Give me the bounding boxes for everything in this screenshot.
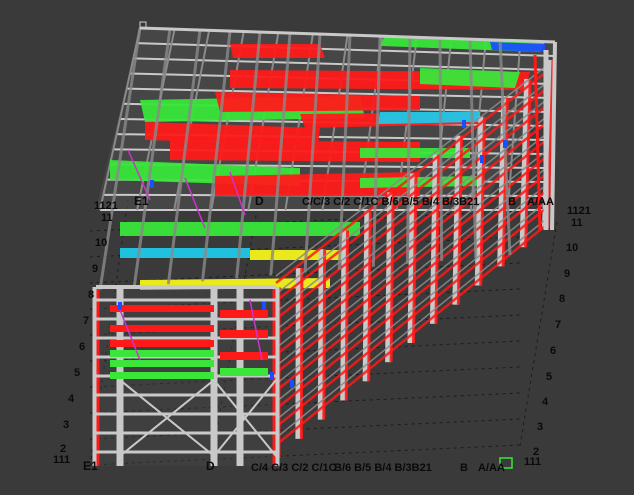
level-label-right-6: 6 (550, 345, 557, 357)
level-label-left-8: 8 (88, 289, 95, 301)
column-far-wall (438, 37, 444, 261)
grid-label-bottom-b: B/6 B/5 B/4 B/3B21 (334, 462, 432, 474)
grid-label-top-d: D (255, 194, 264, 208)
front-band (110, 305, 214, 312)
grid-label-top-a: A/AA (527, 196, 554, 208)
end-plate-marker (480, 155, 484, 163)
end-plate-marker (462, 120, 466, 128)
level-label-left-5: 5 (74, 367, 81, 379)
column-right-wall (362, 211, 371, 382)
grid-label-top-b: B (508, 196, 516, 208)
front-band (110, 325, 214, 332)
column-right-wall-red (389, 192, 395, 363)
model-viewport[interactable]: 1121 E1 D C/C/3 C/2 C/1C B/6 B/5 B/4 B/3… (0, 0, 634, 495)
grid-label-bottom-row-right: 111 (524, 456, 542, 468)
level-label-left-4: 4 (68, 393, 75, 405)
grid-label-bottom-e1: E1 (83, 459, 98, 473)
front-band (110, 350, 214, 357)
level-label-left-9: 9 (92, 263, 99, 275)
end-plate-marker (290, 380, 294, 388)
front-band-right (220, 310, 268, 318)
front-band (110, 360, 214, 367)
grid-label-bottom-c: C/4 C/3 C/2 C/1C (251, 462, 337, 474)
level-label-right-5: 5 (546, 371, 553, 383)
end-plate-marker (503, 140, 507, 148)
level-label-left-7: 7 (83, 315, 90, 327)
level-label-left-10: 10 (95, 237, 108, 249)
level-label-left-11: 11 (101, 212, 113, 224)
grid-label-top-row-right: 1121 (567, 205, 591, 217)
level-label-left-3: 3 (63, 419, 70, 431)
front-band-right (220, 330, 268, 338)
level-label-right-9: 9 (564, 268, 571, 280)
level-label-left-6: 6 (79, 341, 86, 353)
end-plate-marker (270, 372, 274, 380)
level-label-right-11: 11 (571, 217, 583, 229)
end-plate-marker (150, 180, 154, 188)
grid-label-bottom-d: D (206, 459, 215, 473)
level-label-right-3: 3 (537, 421, 544, 433)
member-band (230, 44, 325, 58)
grid-label-bottom-b2: B (460, 462, 468, 474)
grid-label-top-c-b: C/C/3 C/2 C/1C B/6 B/5 B/4 B/3B21 (302, 196, 480, 208)
end-plate-marker (118, 302, 122, 310)
column-right-wall (317, 249, 325, 420)
level-label-right-4: 4 (542, 396, 549, 408)
level-label-right-8: 8 (559, 293, 566, 305)
front-band (110, 372, 214, 379)
grid-label-top-row-left: 1121 (94, 200, 118, 212)
level-label-right-7: 7 (555, 319, 562, 331)
grid-label-bottom-a: A/AA (478, 462, 505, 474)
grid-label-bottom-row-left: 111 (53, 454, 71, 466)
column-right-wall (340, 230, 348, 401)
grid-label-top-e1: E1 (134, 194, 149, 208)
ground-grid-line (519, 221, 558, 447)
end-plate-marker (262, 302, 266, 310)
front-band-right (220, 368, 268, 376)
front-band (110, 340, 214, 347)
level-label-right-10: 10 (566, 242, 579, 254)
